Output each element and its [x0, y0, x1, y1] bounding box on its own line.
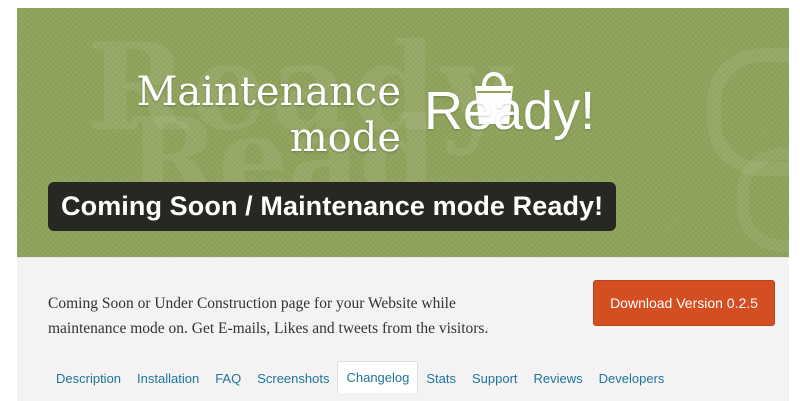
plugin-banner: Ready Read Maintenance mode Ready! Comin…: [17, 8, 789, 257]
plugin-description: Coming Soon or Under Construction page f…: [48, 291, 568, 341]
tab-faq[interactable]: FAQ: [207, 363, 249, 393]
tab-support[interactable]: Support: [464, 363, 526, 393]
tab-description[interactable]: Description: [48, 363, 129, 393]
logo-text-mode: mode: [289, 115, 401, 161]
tab-changelog[interactable]: Changelog: [337, 361, 419, 393]
tab-stats[interactable]: Stats: [418, 363, 464, 393]
tab-installation[interactable]: Installation: [129, 363, 207, 393]
plugin-description-line-1: Coming Soon or Under Construction page f…: [48, 295, 456, 312]
logo-text-ready: Ready!: [424, 81, 596, 141]
banner-headline: Coming Soon / Maintenance mode Ready!: [48, 182, 617, 231]
banner-headline-text: Coming Soon / Maintenance mode Ready!: [61, 191, 604, 221]
tab-developers[interactable]: Developers: [591, 363, 673, 393]
tab-screenshots[interactable]: Screenshots: [249, 363, 337, 393]
plugin-info-panel: Coming Soon or Under Construction page f…: [17, 257, 789, 401]
plugin-tabs: Description Installation FAQ Screenshots…: [48, 361, 672, 393]
logo-text-maintenance: Maintenance: [136, 69, 401, 115]
tab-reviews[interactable]: Reviews: [526, 363, 591, 393]
download-button[interactable]: Download Version 0.2.5: [593, 280, 775, 326]
plugin-description-line-2: maintenance mode on. Get E-mails, Likes …: [48, 320, 489, 337]
